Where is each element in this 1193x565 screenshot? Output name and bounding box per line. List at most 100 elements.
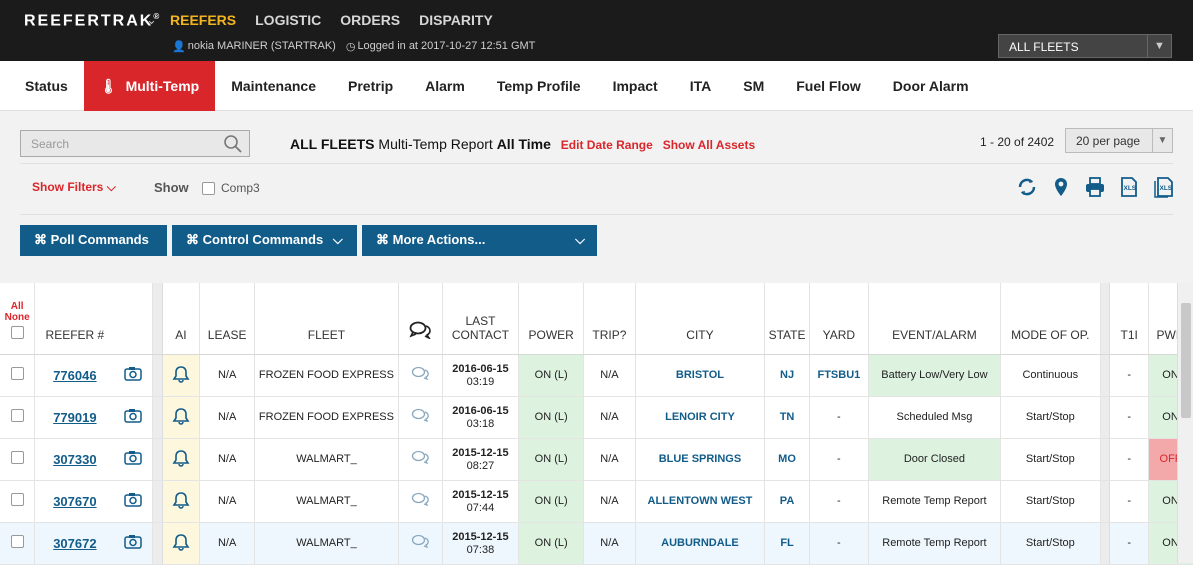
xls-multi-export-icon[interactable]: XLS xyxy=(1152,176,1174,198)
tab-fuel-flow[interactable]: Fuel Flow xyxy=(780,61,877,111)
tab-sm[interactable]: SM xyxy=(727,61,780,111)
city-link[interactable]: BRISTOL xyxy=(676,369,724,381)
camera-icon[interactable] xyxy=(124,366,142,381)
event-alarm-cell: Door Closed xyxy=(868,438,1002,481)
bell-icon[interactable] xyxy=(172,449,190,467)
tab-door-alarm[interactable]: Door Alarm xyxy=(877,61,985,111)
bell-icon[interactable] xyxy=(172,533,190,551)
col-ai[interactable]: AI xyxy=(162,283,201,355)
fleet-select[interactable]: ALL FLEETS ▼ xyxy=(998,34,1172,58)
col-power[interactable]: POWER xyxy=(518,283,585,355)
scrollbar-thumb[interactable] xyxy=(1181,303,1191,418)
row-checkbox[interactable] xyxy=(10,409,24,422)
vertical-scrollbar[interactable] xyxy=(1177,283,1193,563)
reefer-link[interactable]: 307672 xyxy=(53,536,96,551)
fleet-select-value: ALL FLEETS xyxy=(1009,40,1079,54)
comment-icon[interactable] xyxy=(411,450,429,465)
map-pin-icon[interactable] xyxy=(1050,176,1072,198)
state-link[interactable]: PA xyxy=(780,495,794,507)
bell-icon[interactable] xyxy=(172,365,190,383)
per-page-select[interactable]: 20 per page ▼ xyxy=(1065,128,1173,153)
alert-cell xyxy=(162,522,201,565)
row-checkbox[interactable] xyxy=(10,535,24,548)
col-mode-of-op[interactable]: MODE OF OP. xyxy=(1000,283,1101,355)
tab-temp-profile[interactable]: Temp Profile xyxy=(481,61,597,111)
city-link[interactable]: BLUE SPRINGS xyxy=(659,453,742,465)
chevron-down-icon[interactable]: ⌄ xyxy=(146,12,157,28)
tab-maintenance[interactable]: Maintenance xyxy=(215,61,332,111)
state-link[interactable]: NJ xyxy=(780,369,794,381)
city-link[interactable]: AUBURNDALE xyxy=(661,537,739,549)
search-input[interactable]: Search xyxy=(20,130,250,157)
comment-icon[interactable] xyxy=(411,408,429,423)
col-city[interactable]: CITY xyxy=(635,283,766,355)
col-reefer[interactable]: REEFER # xyxy=(34,283,115,355)
reefer-link[interactable]: 776046 xyxy=(53,368,96,383)
col-lease[interactable]: LEASE xyxy=(199,283,256,355)
select-all-link[interactable]: All xyxy=(11,301,24,312)
reefer-link[interactable]: 779019 xyxy=(53,410,96,425)
camera-icon[interactable] xyxy=(124,450,142,465)
nav-disparity[interactable]: DISPARITY xyxy=(419,12,493,28)
col-trip[interactable]: TRIP? xyxy=(583,283,636,355)
comment-icon[interactable] xyxy=(411,534,429,549)
search-icon[interactable] xyxy=(223,134,243,154)
col-t1[interactable]: T1I xyxy=(1109,283,1150,355)
row-checkbox[interactable] xyxy=(10,367,24,380)
table-row[interactable]: 307670 N/A WALMART_ 2015-12-15 07:44 ON (L) N/… xyxy=(0,480,1193,523)
tab-status[interactable]: Status xyxy=(0,61,84,111)
comment-icon[interactable] xyxy=(411,366,429,381)
state-cell: PA xyxy=(764,480,810,523)
col-state[interactable]: STATE xyxy=(764,283,810,355)
control-commands-button[interactable]: ⌘ Control Commands ⌵ xyxy=(172,225,357,256)
alert-cell xyxy=(162,354,201,397)
table-row[interactable]: 776046 N/A FROZEN FOOD EXPRESS 2016-06-15 03… xyxy=(0,354,1193,397)
camera-icon[interactable] xyxy=(124,534,142,549)
tab-multi-temp[interactable]: 🌡 Multi-Temp xyxy=(83,61,216,118)
yard-value[interactable]: FTSBU1 xyxy=(817,369,860,381)
state-link[interactable]: TN xyxy=(780,411,795,423)
select-all-checkbox[interactable] xyxy=(10,325,24,339)
city-link[interactable]: LENOIR CITY xyxy=(665,411,735,423)
brand-logo[interactable]: REEFERTRAK® xyxy=(24,12,161,30)
tab-pretrip[interactable]: Pretrip xyxy=(332,61,409,111)
state-link[interactable]: FL xyxy=(780,537,793,549)
col-comments[interactable] xyxy=(398,283,443,355)
table-row[interactable]: 307672 N/A WALMART_ 2015-12-15 07:38 ON (L) N/… xyxy=(0,522,1193,565)
trip-cell: N/A xyxy=(583,438,636,481)
tab-impact[interactable]: Impact xyxy=(597,61,674,111)
state-link[interactable]: MO xyxy=(778,453,796,465)
city-link[interactable]: ALLENTOWN WEST xyxy=(648,495,753,507)
col-event-alarm[interactable]: EVENT/ALARM xyxy=(868,283,1002,355)
camera-icon[interactable] xyxy=(124,492,142,507)
col-fleet[interactable]: FLEET xyxy=(254,283,399,355)
table-row[interactable]: 779019 N/A FROZEN FOOD EXPRESS 2016-06-15 03… xyxy=(0,396,1193,439)
nav-reefers[interactable]: REEFERS xyxy=(170,12,236,28)
comp3-option[interactable]: Comp3 xyxy=(202,181,260,195)
bell-icon[interactable] xyxy=(172,407,190,425)
select-none-link[interactable]: None xyxy=(5,312,30,323)
print-icon[interactable] xyxy=(1084,176,1106,198)
tab-alarm[interactable]: Alarm xyxy=(409,61,481,111)
reefer-link[interactable]: 307330 xyxy=(53,452,96,467)
more-actions-button[interactable]: ⌘ More Actions... ⌵ xyxy=(362,225,597,256)
camera-icon[interactable] xyxy=(124,408,142,423)
bell-icon[interactable] xyxy=(172,491,190,509)
table-row[interactable]: 307330 N/A WALMART_ 2015-12-15 08:27 ON (L) N/… xyxy=(0,438,1193,481)
reefer-link[interactable]: 307670 xyxy=(53,494,96,509)
row-checkbox[interactable] xyxy=(10,493,24,506)
show-filters-toggle[interactable]: Show Filters ⌵ xyxy=(32,180,116,195)
poll-commands-button[interactable]: ⌘ Poll Commands xyxy=(20,225,167,256)
col-last-contact[interactable]: LAST CONTACT xyxy=(442,283,520,355)
comp3-checkbox[interactable] xyxy=(202,181,215,195)
xls-export-icon[interactable]: XLS xyxy=(1118,176,1140,198)
row-checkbox[interactable] xyxy=(10,451,24,464)
edit-date-range-link[interactable]: Edit Date Range xyxy=(561,138,653,152)
tab-ita[interactable]: ITA xyxy=(674,61,728,111)
col-yard[interactable]: YARD xyxy=(809,283,869,355)
show-all-assets-link[interactable]: Show All Assets xyxy=(663,138,755,152)
nav-logistic[interactable]: LOGISTIC xyxy=(255,12,321,28)
nav-orders[interactable]: ORDERS xyxy=(340,12,400,28)
comment-icon[interactable] xyxy=(411,492,429,507)
refresh-icon[interactable] xyxy=(1016,176,1038,198)
